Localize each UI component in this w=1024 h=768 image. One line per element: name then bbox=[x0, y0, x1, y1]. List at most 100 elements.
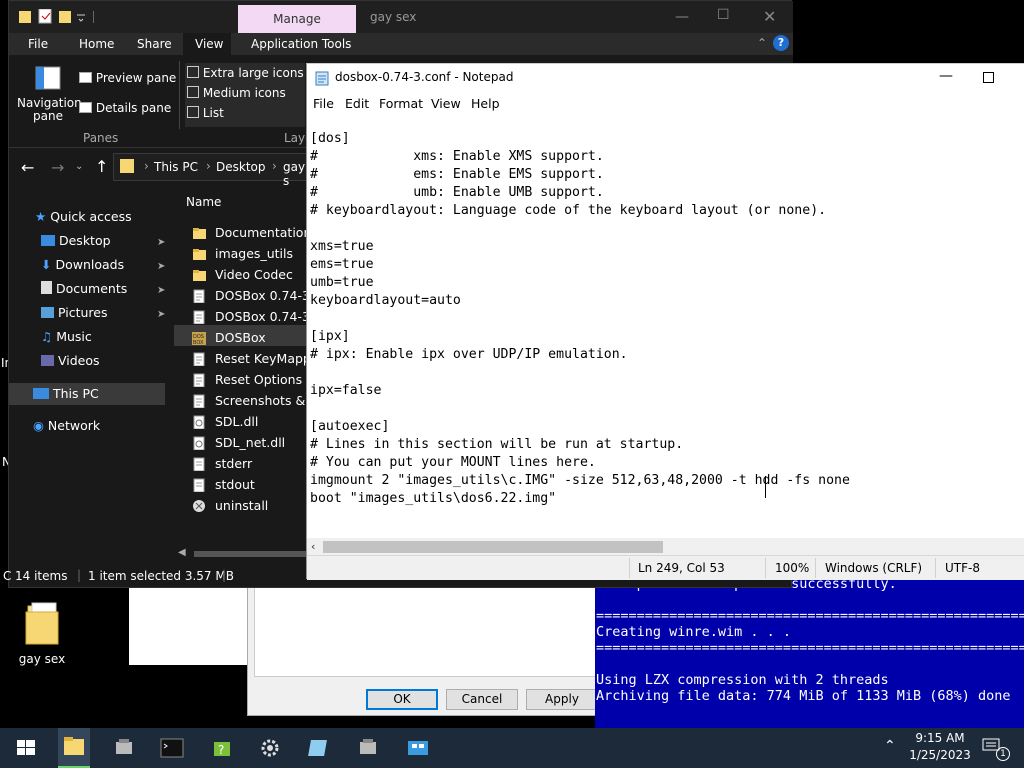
sidebar-item-label: Videos bbox=[57, 353, 100, 368]
sidebar-item-desktop[interactable]: Desktop bbox=[41, 233, 111, 248]
windows-start-icon[interactable] bbox=[12, 734, 40, 762]
folder-icon bbox=[120, 159, 134, 173]
grid-icon bbox=[187, 86, 199, 98]
minimize-button[interactable]: — bbox=[939, 68, 953, 84]
back-arrow-icon[interactable]: ← bbox=[21, 158, 34, 177]
cancel-button[interactable]: Cancel bbox=[446, 689, 518, 710]
layout-extra-large-label: Extra large icons bbox=[202, 66, 304, 80]
computer-app-icon[interactable] bbox=[110, 734, 138, 762]
sidebar-item-downloads[interactable]: ⬇ Downloads bbox=[41, 257, 124, 272]
scroll-thumb[interactable] bbox=[323, 541, 663, 553]
breadcrumb-desktop[interactable]: Desktop bbox=[216, 160, 266, 174]
pin-icon: ➤ bbox=[157, 285, 166, 296]
recent-chevron-icon[interactable]: ⌄ bbox=[75, 161, 83, 172]
console-line: ========================================… bbox=[596, 608, 1024, 624]
file-row[interactable]: uninstall bbox=[192, 498, 268, 513]
status-separator: | bbox=[222, 568, 227, 582]
scroll-thumb[interactable] bbox=[194, 551, 309, 557]
maximize-button[interactable]: ☐ bbox=[717, 7, 730, 23]
file-row[interactable]: Reset Options bbox=[192, 372, 302, 387]
address-bar[interactable]: › This PC › Desktop › gay s bbox=[113, 153, 313, 188]
preview-pane-button[interactable]: Preview pane bbox=[79, 71, 176, 85]
sidebar-item-label: Documents bbox=[55, 281, 128, 296]
file-row[interactable]: stderr bbox=[192, 456, 252, 471]
notification-badge: 1 bbox=[996, 747, 1010, 761]
scroll-left-icon[interactable]: ‹ bbox=[311, 540, 315, 553]
desktop-icon bbox=[41, 235, 55, 246]
file-row[interactable]: Video Codec bbox=[192, 267, 293, 282]
file-name: Reset Options bbox=[215, 372, 303, 387]
apply-button[interactable]: Apply bbox=[526, 689, 598, 710]
tab-manage[interactable]: Manage bbox=[238, 5, 356, 33]
nav-quick-access[interactable]: ★ Quick access bbox=[35, 209, 132, 224]
notepad-status-bar: Ln 249, Col 53 100% Windows (CRLF) UTF-8 bbox=[307, 555, 1024, 580]
column-header-name[interactable]: Name bbox=[186, 195, 221, 209]
file-row[interactable]: images_utils bbox=[192, 246, 293, 261]
desktop-icon-label: gay sex bbox=[18, 652, 66, 666]
sidebar-item-this-pc[interactable]: This PC bbox=[33, 386, 99, 401]
menu-help[interactable]: Help bbox=[471, 96, 500, 111]
file-row[interactable]: DOS BOX DOSBox bbox=[192, 330, 266, 345]
sidebar-item-network[interactable]: ◉ Network bbox=[33, 418, 100, 433]
maximize-button[interactable] bbox=[983, 72, 994, 83]
sidebar-item-pictures[interactable]: Pictures bbox=[41, 305, 107, 320]
console-window: The operation completed successfully.===… bbox=[595, 578, 1024, 728]
settings-gear-icon[interactable] bbox=[256, 734, 284, 762]
menu-edit[interactable]: Edit bbox=[345, 96, 369, 111]
menu-format[interactable]: Format bbox=[379, 96, 423, 111]
menu-view[interactable]: View bbox=[431, 96, 461, 111]
help-icon[interactable]: ? bbox=[773, 35, 789, 51]
breadcrumb-separator: › bbox=[206, 159, 211, 173]
desktop-folder-icon[interactable]: gay sex bbox=[12, 600, 72, 666]
minimize-button[interactable]: — bbox=[675, 9, 689, 25]
svg-text:?: ? bbox=[218, 743, 224, 757]
preview-pane-icon bbox=[79, 72, 92, 83]
up-arrow-icon[interactable]: ↑ bbox=[95, 157, 108, 176]
details-pane-label: Details pane bbox=[95, 101, 172, 115]
notepad-app-icon[interactable] bbox=[306, 734, 334, 762]
layout-medium-icons[interactable]: Medium icons bbox=[187, 86, 286, 100]
forward-arrow-icon[interactable]: → bbox=[51, 158, 64, 177]
clock[interactable]: 9:15 AM 1/25/2023 bbox=[908, 731, 972, 762]
layout-extra-large-icons[interactable]: Extra large icons bbox=[187, 66, 304, 80]
ok-button[interactable]: OK bbox=[366, 689, 438, 710]
documents-icon bbox=[41, 281, 52, 294]
text-line: # keyboardlayout: Language code of the k… bbox=[310, 203, 827, 218]
control-panel-icon[interactable] bbox=[404, 734, 432, 762]
installer-app-icon[interactable] bbox=[354, 734, 382, 762]
file-row[interactable]: SDL.dll bbox=[192, 414, 258, 429]
clock-time: 9:15 AM bbox=[915, 731, 965, 745]
close-button[interactable]: ✕ bbox=[763, 7, 776, 26]
tab-home[interactable]: Home bbox=[79, 37, 114, 51]
scroll-left-icon[interactable]: ◀ bbox=[178, 547, 186, 558]
details-pane-button[interactable]: Details pane bbox=[79, 101, 171, 115]
navigation-pane-button[interactable]: Navigation pane bbox=[17, 59, 82, 123]
nav-quick-access-label: Quick access bbox=[50, 209, 132, 224]
notepad-text-area[interactable]: [dos] # xms: Enable XMS support. # ems: En… bbox=[310, 130, 1022, 536]
tab-share[interactable]: Share bbox=[137, 37, 172, 51]
tab-application-tools[interactable]: Application Tools bbox=[251, 37, 351, 51]
sidebar-item-videos[interactable]: Videos bbox=[41, 353, 100, 368]
sidebar-item-music[interactable]: ♫ Music bbox=[41, 329, 92, 344]
help-tool-icon[interactable]: ? bbox=[208, 734, 236, 762]
taskbar-file-explorer[interactable] bbox=[58, 728, 90, 768]
music-icon: ♫ bbox=[41, 329, 53, 344]
breadcrumb-this-pc[interactable]: This PC bbox=[154, 160, 198, 174]
horizontal-scrollbar[interactable]: ◀ bbox=[174, 547, 309, 561]
document-icon bbox=[193, 310, 205, 324]
download-icon: ⬇ bbox=[41, 257, 52, 272]
file-row[interactable]: Documentation bbox=[192, 225, 311, 240]
file-row[interactable]: SDL_net.dll bbox=[192, 435, 285, 450]
tab-view[interactable]: View bbox=[195, 37, 223, 51]
tab-file-label[interactable]: File bbox=[28, 37, 48, 51]
file-row[interactable]: Reset KeyMapper bbox=[192, 351, 324, 366]
text-file-icon bbox=[193, 457, 205, 471]
tray-chevron-up-icon[interactable]: ⌃ bbox=[884, 738, 896, 754]
file-row[interactable]: stdout bbox=[192, 477, 255, 492]
sidebar-item-documents[interactable]: Documents bbox=[41, 281, 127, 296]
menu-file[interactable]: File bbox=[313, 96, 334, 111]
collapse-ribbon-icon[interactable]: ⌃ bbox=[757, 36, 767, 50]
command-prompt-icon[interactable] bbox=[158, 734, 186, 762]
layout-list[interactable]: List bbox=[187, 106, 224, 120]
sidebar-item-label: Network bbox=[47, 418, 101, 433]
